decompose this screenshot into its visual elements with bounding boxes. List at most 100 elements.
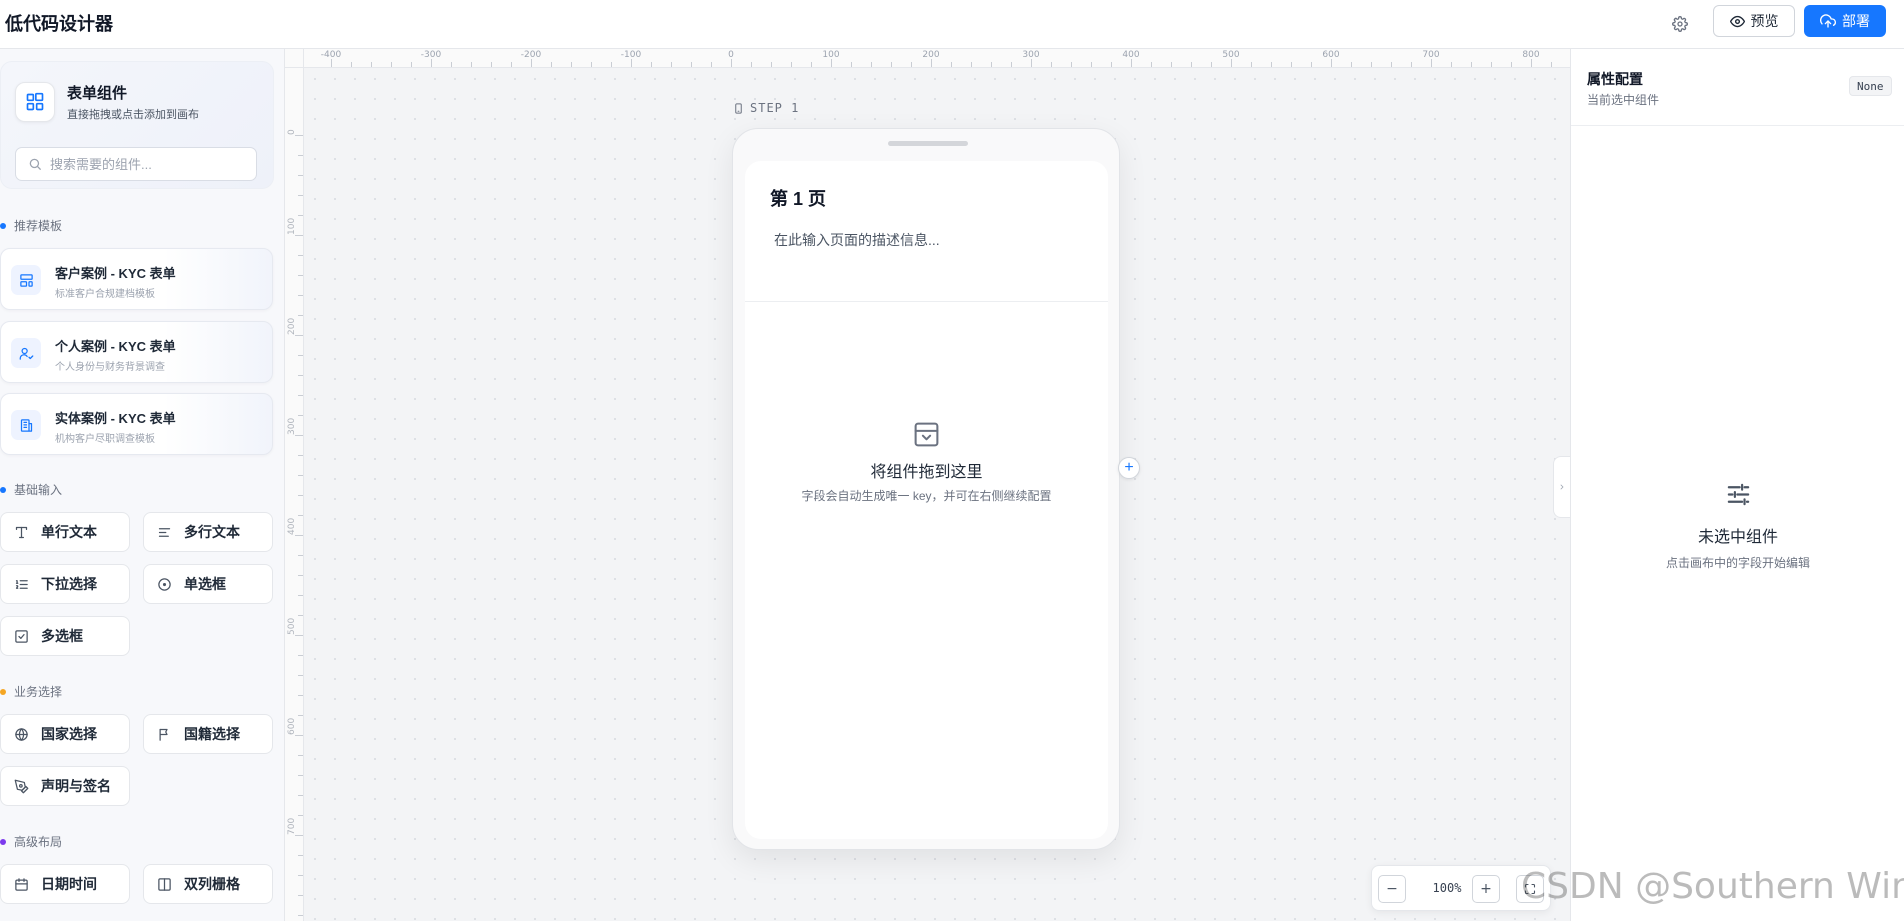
component-declaration-signature[interactable]: 声明与签名 [0,766,130,806]
ruler-tick [298,175,303,176]
ruler-tick [691,62,692,67]
component-single-line-text[interactable]: 单行文本 [0,512,130,552]
component-label: 声明与签名 [41,778,111,794]
ruler-tick [298,695,303,696]
ruler-tick [298,655,303,656]
ruler-tick [298,795,303,796]
template-card-customer-kyc[interactable]: 客户案例 - KYC 表单 标准客户合规建档模板 [0,248,273,310]
ruler-tick [1491,62,1492,67]
ruler-label: 400 [287,517,297,535]
ruler-tick [298,475,303,476]
drop-zone-title: 将组件拖到这里 [870,464,983,481]
settings-gear-icon[interactable] [1667,11,1693,37]
ruler-tick [611,62,612,67]
section-label-advanced: 高级布局 [0,833,62,850]
globe-icon [13,726,29,742]
ruler-tick [951,62,952,67]
checkbox-icon [13,628,29,644]
template-desc: 个人身份与财务背景调查 [55,362,165,373]
ruler-tick [298,915,303,916]
properties-header: 属性配置 当前选中组件 None [1571,49,1904,126]
eye-icon [1729,14,1745,29]
circle-dot-icon [156,576,172,592]
preview-button[interactable]: 预览 [1713,5,1795,37]
ruler-tick [671,62,672,67]
page-divider [745,301,1108,302]
ruler-tick [298,555,303,556]
ruler-tick [1531,59,1532,67]
ruler-tick [1231,59,1232,67]
section-label-text: 高级布局 [14,835,63,849]
add-step-plus-icon[interactable]: + [1118,457,1140,479]
ruler-tick [1551,62,1552,67]
component-date-time[interactable]: 日期时间 [0,864,130,904]
ruler-tick [1131,59,1132,67]
template-card-entity-kyc[interactable]: 实体案例 - KYC 表单 机构客户尽职调查模板 [0,393,273,455]
empty-state-hint: 点击画布中的字段开始编辑 [1665,556,1810,570]
search-icon [28,157,42,171]
component-label: 国家选择 [41,726,97,742]
template-card-personal-kyc[interactable]: 个人案例 - KYC 表单 个人身份与财务背景调查 [0,321,273,383]
page-description[interactable]: 在此输入页面的描述信息... [774,230,940,250]
sidebar-header: 表单组件 直接拖拽或点击添加到画布 [0,61,274,189]
page-screen[interactable]: 第 1 页 在此输入页面的描述信息... 将组件拖到这里 字段会自动生成唯一 k… [745,161,1108,839]
component-multi-line-text[interactable]: 多行文本 [143,512,273,552]
ruler-tick [295,835,303,836]
ruler-tick [791,62,792,67]
ruler-tick [295,335,303,336]
ruler-tick [751,62,752,67]
template-desc: 标准客户合规建档模板 [55,289,155,300]
preview-label: 预览 [1750,13,1779,29]
search-input[interactable] [50,156,240,172]
ruler-tick [298,595,303,596]
deploy-button[interactable]: 部署 [1804,5,1886,37]
ruler-tick [295,735,303,736]
component-radio[interactable]: 单选框 [143,564,273,604]
sliders-icon [1724,480,1753,509]
ruler-tick [298,775,303,776]
flag-icon [156,726,172,742]
ruler-tick [298,195,303,196]
ruler-tick [1011,62,1012,67]
ruler-tick [771,62,772,67]
zoom-in-button[interactable]: + [1472,875,1500,903]
ruler-tick [471,62,472,67]
component-dropdown-select[interactable]: 下拉选择 [0,564,130,604]
ruler-tick [1251,62,1252,67]
ruler-tick [511,62,512,67]
cloud-upload-icon [1820,13,1836,29]
ruler-tick [298,315,303,316]
component-checkbox[interactable]: 多选框 [0,616,130,656]
ruler-tick [1511,62,1512,67]
sidebar-subtitle: 直接拖拽或点击添加到画布 [67,109,199,121]
ruler-tick [298,155,303,156]
component-nationality-select[interactable]: 国籍选择 [143,714,273,754]
template-title: 个人案例 - KYC 表单 [55,339,176,354]
page-title[interactable]: 第 1 页 [770,185,826,211]
vertical-ruler: 0 100 200 300 400 500 600 700 [285,49,304,921]
ruler-tick [1331,59,1332,67]
ruler-tick [1271,62,1272,67]
step-label-text: STEP 1 [750,101,800,115]
ruler-tick [631,59,632,67]
ruler-tick [451,62,452,67]
component-label: 多选框 [41,628,83,644]
user-check-icon [11,338,41,368]
ruler-tick [298,615,303,616]
ruler-tick [651,62,652,67]
component-country-select[interactable]: 国家选择 [0,714,130,754]
component-sidebar: 表单组件 直接拖拽或点击添加到画布 推荐模板 客户案例 - KYC 表单 标准客… [0,49,285,921]
ruler-tick [295,435,303,436]
zoom-out-button[interactable]: − [1378,875,1406,903]
section-label-text: 业务选择 [14,685,63,699]
collapse-panel-chevron-icon[interactable] [1553,456,1570,518]
layout-template-icon [11,265,41,295]
ruler-tick [1411,62,1412,67]
template-title: 客户案例 - KYC 表单 [55,266,176,281]
ruler-tick [811,62,812,67]
fit-screen-button[interactable] [1516,875,1544,903]
section-dot [0,486,6,493]
ruler-tick [298,275,303,276]
component-two-column-grid[interactable]: 双列栅格 [143,864,273,904]
design-canvas[interactable]: -400 -300 -200 -100 0 100 200 300 400 50… [285,49,1570,921]
